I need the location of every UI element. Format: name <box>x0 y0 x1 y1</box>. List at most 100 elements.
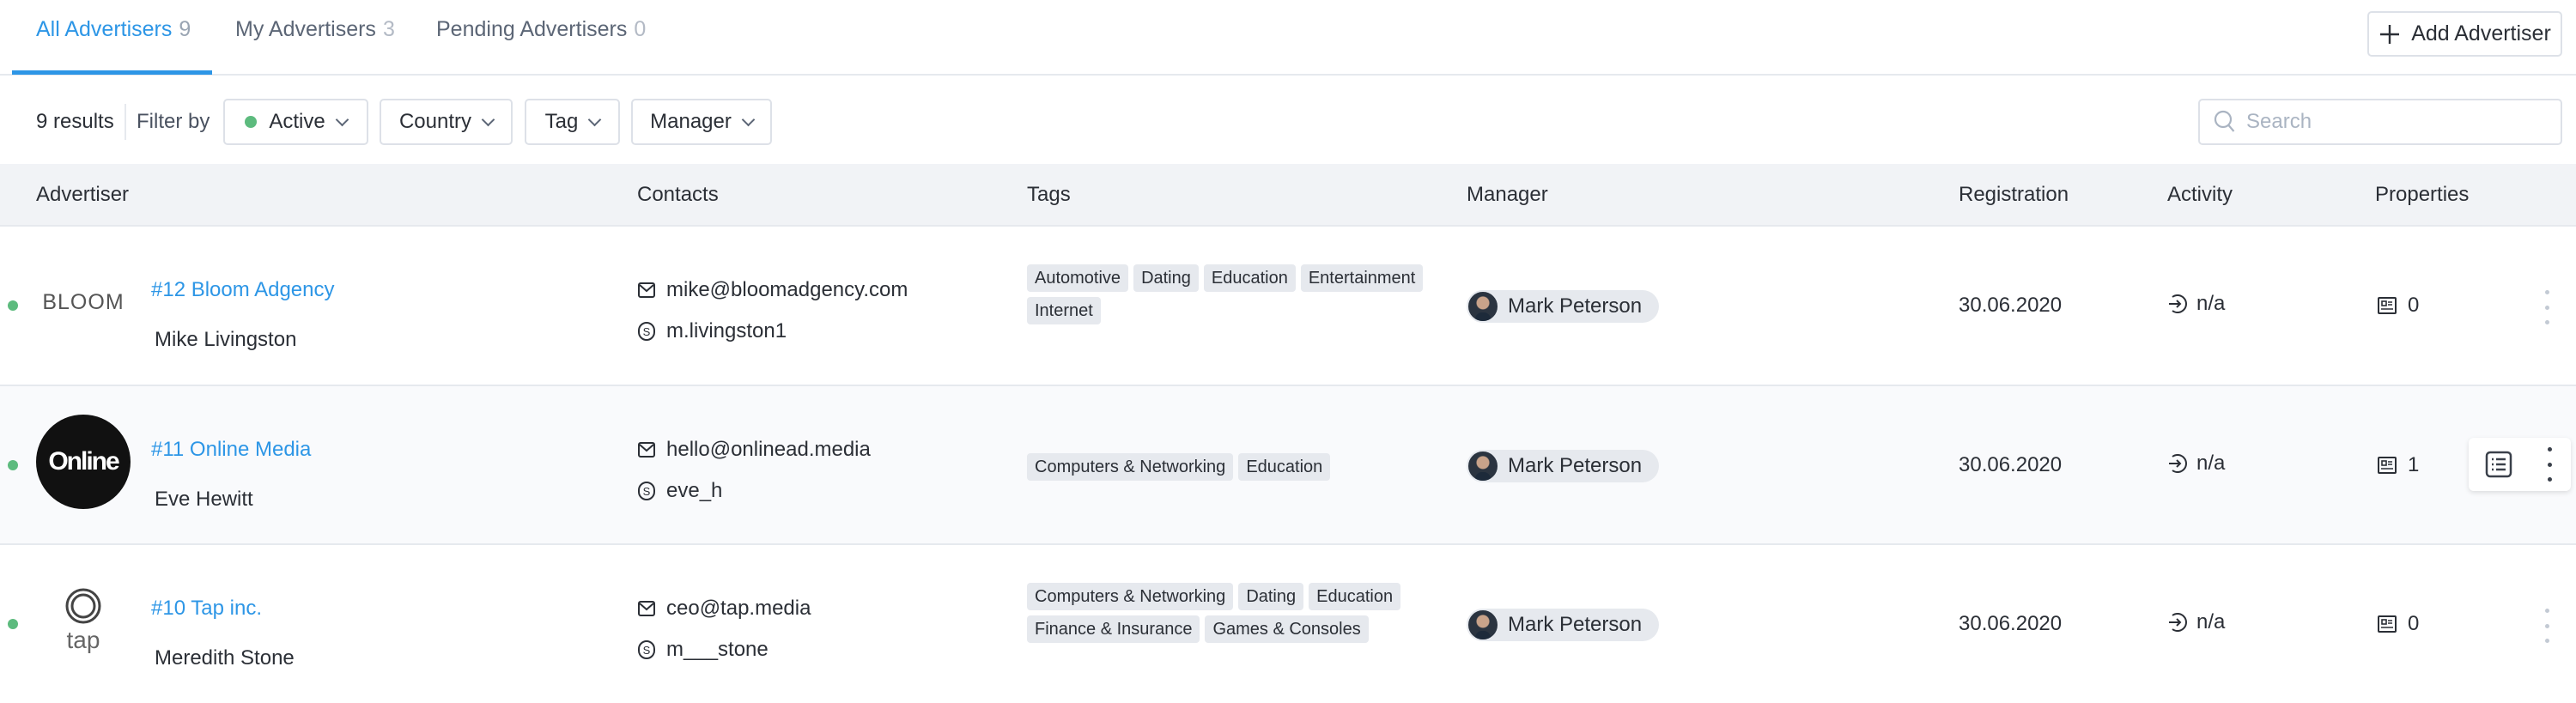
tag-chip: Education <box>1309 583 1401 610</box>
email-text[interactable]: ceo@tap.media <box>666 597 811 621</box>
column-header-tags[interactable]: Tags <box>1027 183 1071 207</box>
country-filter-label: Country <box>398 110 472 133</box>
advertiser-logo: Online <box>36 415 131 509</box>
more-options-icon[interactable] <box>2542 609 2552 643</box>
skype-icon: S <box>638 482 655 500</box>
skype-contact: S m.livingston1 <box>637 319 787 343</box>
add-advertiser-label: Add Advertiser <box>2411 21 2551 45</box>
login-icon <box>2169 613 2187 632</box>
properties-count[interactable]: 0 <box>2408 294 2419 318</box>
email-contact: ceo@tap.media <box>637 597 811 621</box>
chevron-down-icon <box>335 112 349 126</box>
activity-value: n/a <box>2196 610 2226 633</box>
email-text[interactable]: mike@bloomadgency.com <box>666 278 908 302</box>
table-header: Advertiser Contacts Tags Manager Registr… <box>0 164 2576 225</box>
results-count: 9 results <box>36 110 114 133</box>
table-row[interactable]: BLOOM #12 Bloom Adgency Mike Livingston … <box>0 225 2576 385</box>
email-text[interactable]: hello@onlinead.media <box>666 438 871 462</box>
activity: n/a <box>2167 610 2225 634</box>
skype-text[interactable]: m.livingston1 <box>666 319 787 343</box>
activity: n/a <box>2167 292 2225 316</box>
manager-avatar <box>1467 450 1499 482</box>
plus-icon <box>2380 24 2400 44</box>
manager-chip[interactable]: Mark Peterson <box>1467 450 1660 482</box>
tag-chip: Education <box>1203 264 1296 292</box>
tag-chip: Dating <box>1133 264 1199 292</box>
manager-name: Mark Peterson <box>1508 613 1643 636</box>
active-status-dot <box>8 300 18 311</box>
country-filter-dropdown[interactable]: Country <box>380 99 513 145</box>
manager-chip[interactable]: Mark Peterson <box>1467 290 1660 323</box>
filter-bar: 9 results Filter by Active Country Tag M… <box>0 99 2576 145</box>
contact-person: Mike Livingston <box>155 328 297 351</box>
manager-chip[interactable]: Mark Peterson <box>1467 609 1660 641</box>
tab-count: 3 <box>382 17 395 41</box>
tag-filter-label: Tag <box>544 110 579 133</box>
skype-text[interactable]: eve_h <box>666 479 722 503</box>
tag-chip: Education <box>1238 453 1331 481</box>
mail-icon <box>638 601 655 616</box>
tap-logo: tap <box>64 587 102 654</box>
active-tab-indicator <box>12 70 212 75</box>
manager-filter-dropdown[interactable]: Manager <box>631 99 772 145</box>
email-contact: mike@bloomadgency.com <box>637 278 908 302</box>
activity-value: n/a <box>2196 292 2226 315</box>
bloom-logo-text: BLOOM <box>42 289 125 314</box>
tab-all-advertisers[interactable]: All Advertisers 9 <box>36 17 191 42</box>
column-header-properties[interactable]: Properties <box>2375 183 2469 207</box>
tag-list: Computers & Networking Dating Education Fin… <box>1027 583 1439 643</box>
chevron-down-icon <box>741 112 756 126</box>
search-input[interactable] <box>2246 110 2538 134</box>
advertiser-logo: BLOOM <box>36 255 131 349</box>
column-header-contacts[interactable]: Contacts <box>637 183 719 207</box>
tag-chip: Finance & Insurance <box>1027 615 1200 643</box>
registration-date: 30.06.2020 <box>1959 294 2063 317</box>
column-header-advertiser[interactable]: Advertiser <box>36 183 129 207</box>
tab-label: My Advertisers <box>235 17 376 41</box>
skype-icon: S <box>638 322 655 341</box>
login-icon <box>2169 294 2187 313</box>
svg-text:S: S <box>643 644 651 657</box>
skype-text[interactable]: m___stone <box>666 638 769 662</box>
svg-text:S: S <box>643 485 651 498</box>
more-options-icon[interactable] <box>2544 447 2555 482</box>
tab-count: 0 <box>634 17 647 41</box>
tag-list: Computers & Networking Education <box>1027 453 1439 481</box>
add-advertiser-button[interactable]: Add Advertiser <box>2367 11 2562 57</box>
manager-avatar <box>1467 609 1499 641</box>
properties-count[interactable]: 1 <box>2408 453 2419 477</box>
column-header-activity[interactable]: Activity <box>2167 183 2233 207</box>
table-row[interactable]: tap #10 Tap inc. Meredith Stone ceo@tap.… <box>0 543 2576 703</box>
skype-contact: S m___stone <box>637 638 769 662</box>
online-logo-text: Online <box>48 447 119 476</box>
row-actions-popover <box>2469 438 2571 491</box>
advertiser-name-link[interactable]: #10 Tap inc. <box>151 597 262 621</box>
active-status-dot <box>8 460 18 470</box>
more-options-icon[interactable] <box>2542 290 2552 324</box>
registration-date: 30.06.2020 <box>1959 453 2063 476</box>
login-icon <box>2169 454 2187 473</box>
column-header-registration[interactable]: Registration <box>1959 183 2069 207</box>
tap-ring-icon <box>65 588 101 624</box>
tag-list: Automotive Dating Education Entertainment In… <box>1027 264 1439 324</box>
column-header-manager[interactable]: Manager <box>1467 183 1548 207</box>
advertiser-name-link[interactable]: #11 Online Media <box>151 438 311 462</box>
table-row[interactable]: Online #11 Online Media Eve Hewitt hello… <box>0 385 2576 544</box>
properties: 1 <box>2377 453 2419 477</box>
advertiser-name-link[interactable]: #12 Bloom Adgency <box>151 278 334 302</box>
tab-label: Pending Advertisers <box>436 17 628 41</box>
tab-my-advertisers[interactable]: My Advertisers 3 <box>235 17 395 42</box>
activity-value: n/a <box>2196 451 2226 475</box>
contact-person: Eve Hewitt <box>155 488 253 511</box>
properties-count[interactable]: 0 <box>2408 612 2419 636</box>
advertiser-logo: tap <box>36 573 131 668</box>
status-filter-dropdown[interactable]: Active <box>223 99 368 145</box>
search-box[interactable] <box>2198 99 2562 145</box>
tag-chip: Entertainment <box>1300 264 1424 292</box>
manager-avatar <box>1467 290 1499 323</box>
property-card-icon <box>2378 297 2397 314</box>
details-list-icon[interactable] <box>2485 451 2512 478</box>
tab-pending-advertisers[interactable]: Pending Advertisers 0 <box>436 17 646 42</box>
filter-by-label: Filter by <box>137 110 210 133</box>
tag-filter-dropdown[interactable]: Tag <box>525 99 620 145</box>
